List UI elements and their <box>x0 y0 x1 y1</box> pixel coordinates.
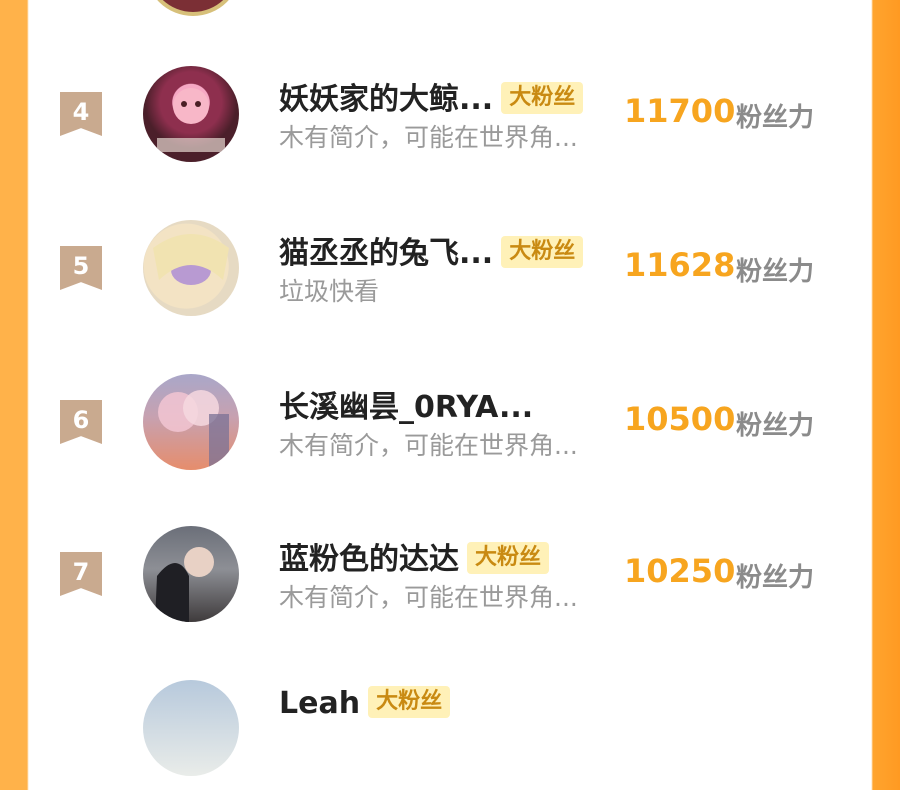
fan-score-unit: 粉丝力 <box>736 411 815 441</box>
user-name[interactable]: 蓝粉色的达达 大粉丝 <box>279 534 550 578</box>
avatar-partial-top[interactable] <box>145 0 241 16</box>
fan-level-badge: 大粉丝 <box>467 541 550 574</box>
list-item[interactable]: Leah 大粉丝 <box>30 680 870 790</box>
user-bio: 垃圾快看 <box>279 277 380 306</box>
rank-badge: 5 <box>60 246 102 290</box>
fan-level-badge: 大粉丝 <box>501 235 584 268</box>
user-bio: 木有简介，可能在世界角... <box>279 431 578 460</box>
fan-score: 11700 <box>624 92 736 130</box>
fan-score: 11628 <box>624 246 736 284</box>
avatar[interactable] <box>143 220 239 316</box>
fan-score-unit: 粉丝力 <box>736 103 815 133</box>
list-item[interactable]: 7 蓝粉色的达达 大粉丝 木有简介，可能在世界角... 10250 粉丝力 <box>30 526 870 636</box>
avatar[interactable] <box>143 526 239 622</box>
list-item[interactable]: 6 长溪幽昙_0RYA... 木有简介，可能在世界角... 10500 粉丝力 <box>30 374 870 484</box>
user-bio: 木有简介，可能在世界角... <box>279 123 578 152</box>
avatar[interactable] <box>143 66 239 162</box>
fan-score: 10500 <box>624 400 736 438</box>
rank-badge: 6 <box>60 400 102 444</box>
user-name[interactable]: 长溪幽昙_0RYA... <box>279 382 533 426</box>
fan-score-unit: 粉丝力 <box>736 563 815 593</box>
user-bio: 木有简介，可能在世界角... <box>279 583 578 612</box>
avatar[interactable] <box>143 374 239 470</box>
user-name[interactable]: Leah 大粉丝 <box>279 685 451 721</box>
fan-level-badge: 大粉丝 <box>501 81 584 114</box>
user-name[interactable]: 猫丞丞的兔飞... 大粉丝 <box>279 228 584 272</box>
avatar[interactable] <box>143 680 239 776</box>
list-item[interactable]: 4 妖妖家的大鲸... 大粉丝 木有简介，可能在世界角... 11700 粉丝力 <box>30 66 870 176</box>
fan-score: 10250 <box>624 552 736 590</box>
rank-badge: 7 <box>60 552 102 596</box>
fan-score-unit: 粉丝力 <box>736 257 815 287</box>
list-item[interactable]: 5 猫丞丞的兔飞... 大粉丝 垃圾快看 11628 粉丝力 <box>30 220 870 330</box>
rank-badge: 4 <box>60 92 102 136</box>
user-name[interactable]: 妖妖家的大鲸... 大粉丝 <box>279 74 584 118</box>
ranking-list: 4 妖妖家的大鲸... 大粉丝 木有简介，可能在世界角... 11700 粉丝力 … <box>30 0 870 776</box>
